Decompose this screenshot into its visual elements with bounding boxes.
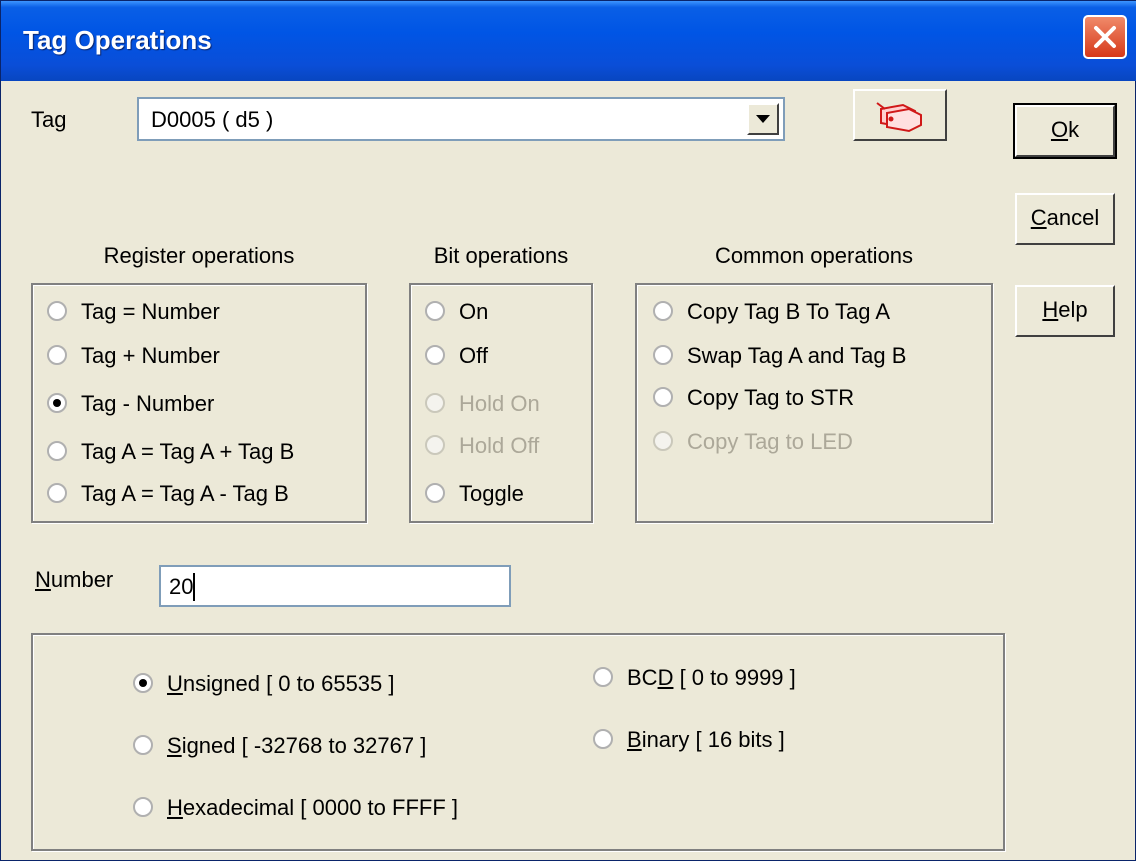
- chevron-down-icon: [756, 115, 770, 123]
- radio-circle: [133, 735, 153, 756]
- bcd-label-pre: BC: [627, 665, 658, 690]
- ok-button[interactable]: Ok: [1013, 103, 1117, 159]
- number-label: Number: [35, 567, 113, 593]
- radio-label: Hold On: [459, 391, 540, 416]
- signed-label: igned [ -32768 to 32767 ]: [181, 733, 427, 758]
- signed-mnemonic: S: [167, 733, 182, 758]
- radio-format-unsigned[interactable]: Unsigned [ 0 to 65535 ]: [133, 669, 395, 699]
- ok-mnemonic: O: [1050, 117, 1069, 142]
- radio-circle: [653, 387, 673, 408]
- number-input[interactable]: 20: [159, 565, 511, 607]
- radio-taga-plus-tagb[interactable]: Tag A = Tag A + Tag B: [47, 437, 294, 467]
- radio-circle: [425, 345, 445, 366]
- number-label-mnemonic: N: [35, 567, 51, 592]
- binary-mnemonic: B: [627, 727, 642, 752]
- number-input-value: 20: [169, 574, 194, 599]
- tag-browse-button[interactable]: [853, 89, 947, 141]
- close-x-icon: [1094, 26, 1116, 48]
- radio-copy-tagb-to-taga[interactable]: Copy Tag B To Tag A: [653, 297, 890, 327]
- ok-label: k: [1068, 117, 1080, 142]
- close-button[interactable]: [1083, 15, 1127, 59]
- tag-browse-icon: [876, 102, 922, 133]
- radio-circle: [47, 345, 67, 366]
- tag-label: Tag: [31, 107, 67, 132]
- radio-tag-eq-number[interactable]: Tag = Number: [47, 297, 220, 327]
- radio-format-hexadecimal[interactable]: Hexadecimal [ 0000 to FFFF ]: [133, 793, 458, 823]
- radio-tag-plus-number[interactable]: Tag + Number: [47, 341, 220, 371]
- radio-bit-off[interactable]: Off: [425, 341, 488, 371]
- radio-label: Tag A = Tag A + Tag B: [81, 439, 295, 464]
- common-operations-title: Common operations: [714, 243, 914, 268]
- dialog-title: Tag Operations: [23, 25, 212, 55]
- hex-mnemonic: H: [167, 795, 183, 820]
- unsigned-mnemonic: U: [167, 671, 183, 696]
- radio-format-signed[interactable]: Signed [ -32768 to 32767 ]: [133, 731, 426, 761]
- radio-copy-tag-to-led: Copy Tag to LED: [653, 427, 853, 457]
- bcd-mnemonic: D: [657, 665, 674, 690]
- radio-circle: [133, 797, 153, 818]
- radio-circle: [653, 431, 673, 452]
- radio-label: Swap Tag A and Tag B: [687, 343, 907, 368]
- help-mnemonic: H: [1042, 297, 1059, 322]
- register-operations-title: Register operations: [103, 243, 295, 268]
- cancel-button[interactable]: Cancel: [1015, 193, 1115, 245]
- radio-format-binary[interactable]: Binary [ 16 bits ]: [593, 725, 785, 755]
- help-button[interactable]: Help: [1015, 285, 1115, 337]
- radio-label: On: [459, 299, 489, 324]
- radio-circle: [133, 673, 153, 694]
- radio-circle: [425, 435, 445, 456]
- radio-circle: [425, 301, 445, 322]
- tag-operations-dialog: Tag Operations Tag D0005 ( d5 ) Ok Cance…: [0, 0, 1136, 861]
- help-label: elp: [1058, 297, 1088, 322]
- radio-circle: [593, 729, 613, 750]
- radio-circle: [47, 483, 67, 504]
- radio-circle: [593, 667, 613, 688]
- radio-label: Tag - Number: [81, 391, 215, 416]
- radio-label: Off: [459, 343, 488, 368]
- radio-label: Copy Tag to STR: [687, 385, 855, 410]
- tag-combo-value: D0005 ( d5 ): [151, 107, 274, 132]
- radio-bit-hold-on: Hold On: [425, 389, 540, 419]
- radio-copy-tag-to-str[interactable]: Copy Tag to STR: [653, 383, 854, 413]
- text-caret: [193, 573, 195, 601]
- radio-circle: [47, 441, 67, 462]
- radio-bit-toggle[interactable]: Toggle: [425, 479, 524, 509]
- bcd-label: [ 0 to 9999 ]: [673, 665, 796, 690]
- radio-tag-minus-number[interactable]: Tag - Number: [47, 389, 214, 419]
- radio-swap-taga-tagb[interactable]: Swap Tag A and Tag B: [653, 341, 906, 371]
- radio-circle: [653, 345, 673, 366]
- radio-label: Copy Tag B To Tag A: [687, 299, 891, 324]
- radio-selected-dot: [53, 399, 61, 408]
- title-bar[interactable]: Tag Operations: [1, 1, 1136, 81]
- radio-label: Tag = Number: [81, 299, 220, 324]
- radio-label: Tag + Number: [81, 343, 220, 368]
- radio-taga-minus-tagb[interactable]: Tag A = Tag A - Tag B: [47, 479, 289, 509]
- bit-operations-title: Bit operations: [433, 243, 569, 268]
- radio-circle: [47, 393, 67, 414]
- radio-selected-dot: [139, 679, 147, 688]
- radio-format-bcd[interactable]: BCD [ 0 to 9999 ]: [593, 663, 796, 693]
- number-label-text: umber: [50, 567, 114, 592]
- binary-label: inary [ 16 bits ]: [641, 727, 785, 752]
- cancel-mnemonic: C: [1030, 205, 1047, 230]
- radio-circle: [653, 301, 673, 322]
- radio-circle: [425, 393, 445, 414]
- radio-label: Hold Off: [459, 433, 540, 458]
- tag-combo[interactable]: D0005 ( d5 ): [137, 97, 785, 141]
- radio-label: Toggle: [459, 481, 524, 506]
- radio-bit-on[interactable]: On: [425, 297, 488, 327]
- radio-circle: [425, 483, 445, 504]
- tag-combo-dropdown-button[interactable]: [747, 103, 779, 135]
- radio-circle: [47, 301, 67, 322]
- unsigned-label: nsigned [ 0 to 65535 ]: [182, 671, 395, 696]
- radio-label: Tag A = Tag A - Tag B: [81, 481, 289, 506]
- radio-label: Copy Tag to LED: [687, 429, 853, 454]
- radio-bit-hold-off: Hold Off: [425, 431, 539, 461]
- hex-label: exadecimal [ 0000 to FFFF ]: [182, 795, 458, 820]
- cancel-label: ancel: [1046, 205, 1100, 230]
